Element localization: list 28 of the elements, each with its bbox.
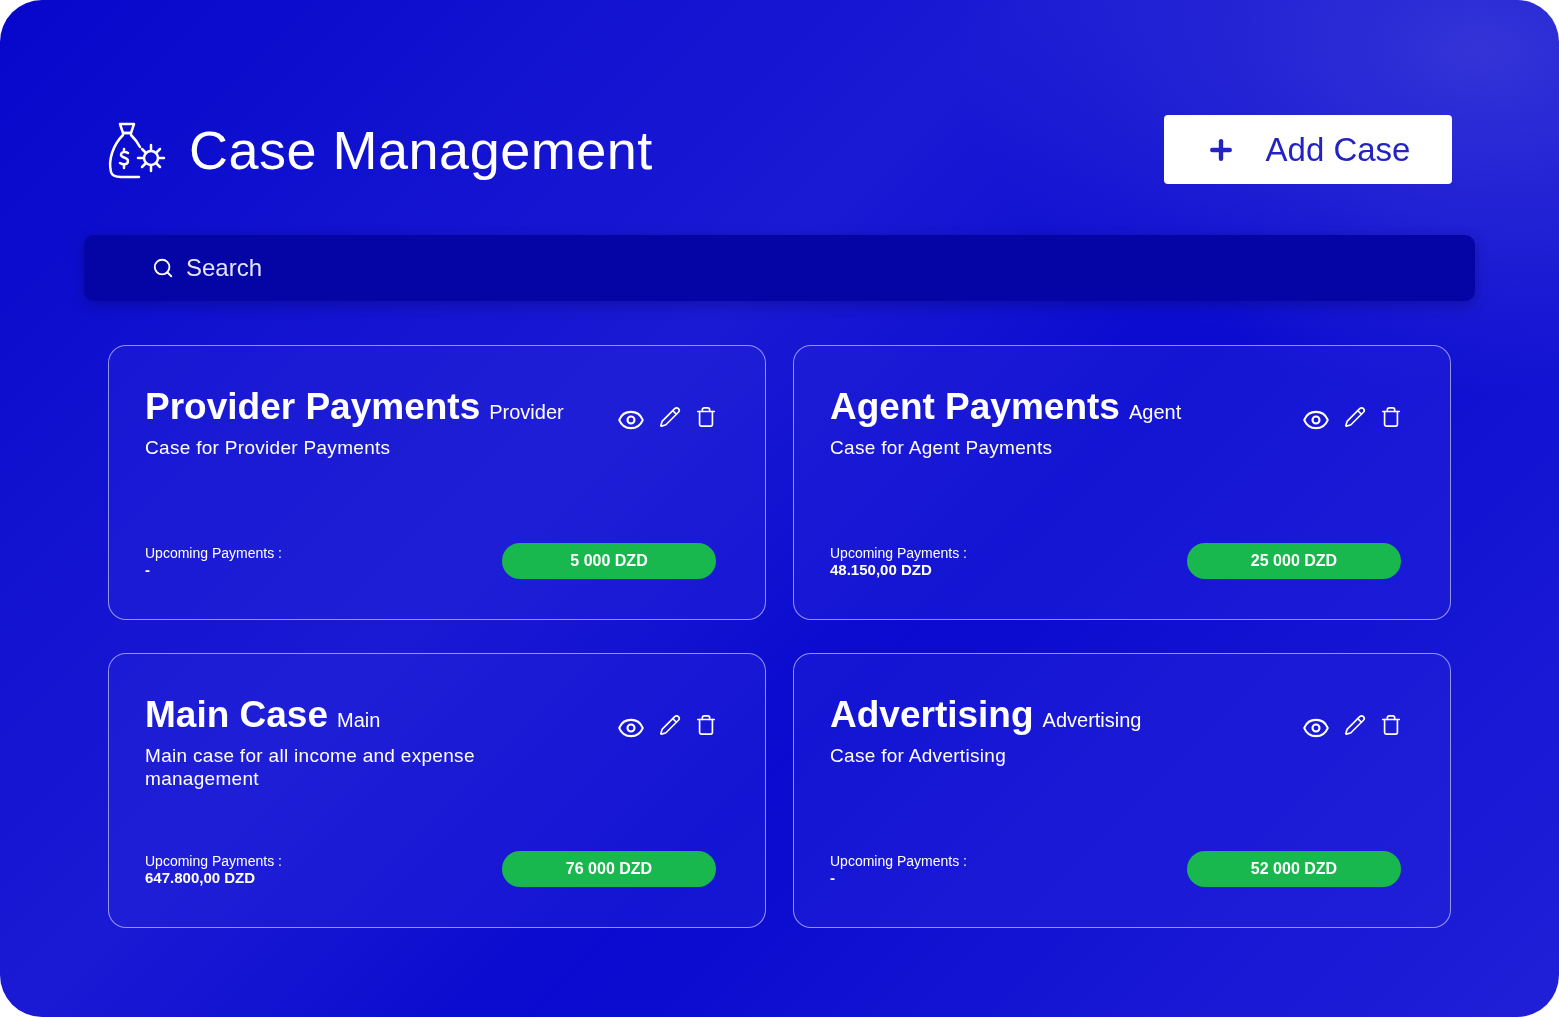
upcoming-payments-label: Upcoming Payments :: [145, 852, 282, 869]
upcoming-payments-value: -: [830, 868, 835, 886]
upcoming-payments-label: Upcoming Payments :: [830, 852, 967, 869]
add-case-button[interactable]: Add Case: [1164, 115, 1452, 184]
balance-badge: 25 000 DZD: [1187, 543, 1401, 579]
case-description: Case for Provider Payments: [145, 436, 392, 459]
balance-badge: 52 000 DZD: [1187, 851, 1401, 887]
page-title: Case Management: [189, 118, 653, 181]
case-description: Main case for all income and expense management: [145, 744, 476, 790]
case-name: Main Case: [145, 694, 328, 736]
case-tag: Provider: [489, 401, 564, 424]
upcoming-payments-label: Upcoming Payments :: [145, 544, 282, 561]
balance-badge: 5 000 DZD: [502, 543, 716, 579]
upcoming-payments-value: 647.800,00 DZD: [145, 868, 256, 886]
case-tag: Advertising: [1042, 709, 1142, 732]
case-name: Advertising: [830, 694, 1034, 736]
case-description: Case for Agent Payments: [830, 436, 1054, 459]
balance-badge: 76 000 DZD: [502, 851, 716, 887]
case-tag: Main: [337, 709, 381, 732]
case-name: Agent Payments: [830, 386, 1120, 428]
case-name: Provider Payments: [145, 386, 481, 428]
search-icon: [152, 257, 174, 279]
case-description: Case for Advertising: [830, 744, 1008, 767]
upcoming-payments-value: -: [145, 560, 150, 578]
case-tag: Agent: [1128, 401, 1182, 424]
upcoming-payments-label: Upcoming Payments :: [830, 544, 967, 561]
upcoming-payments-value: 48.150,00 DZD: [830, 560, 932, 578]
search-field[interactable]: Search: [184, 253, 788, 283]
